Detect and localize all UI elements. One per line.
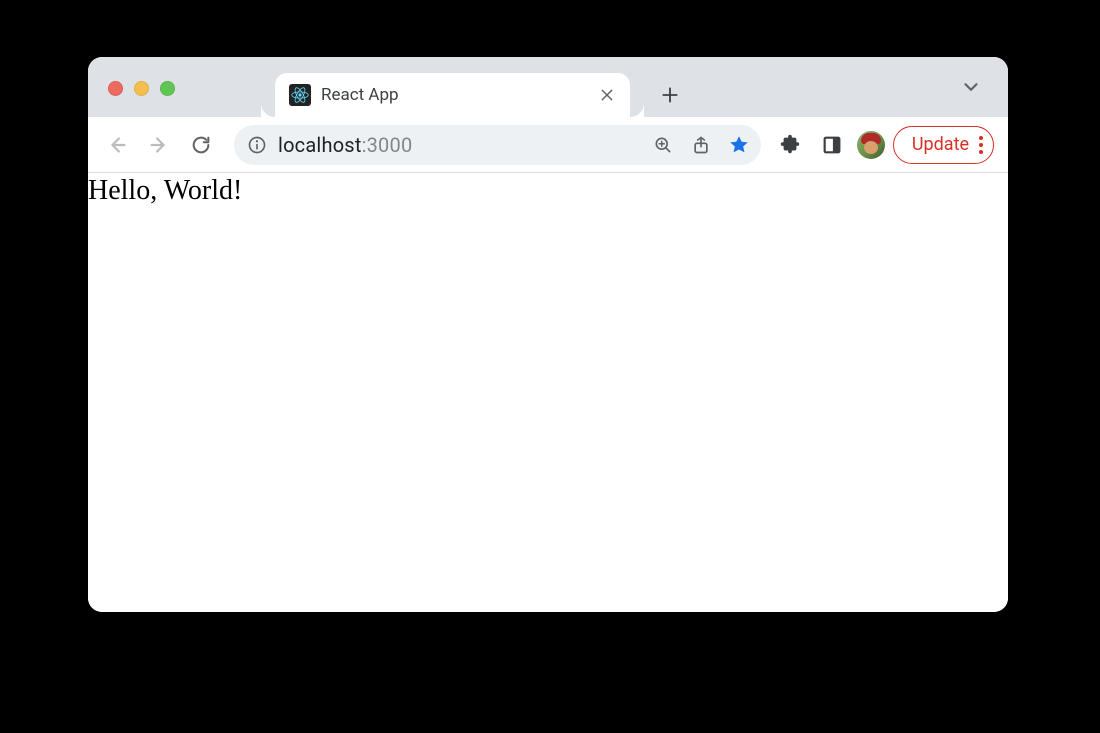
update-label: Update bbox=[912, 134, 969, 155]
window-maximize-button[interactable] bbox=[160, 81, 175, 96]
tab-search-button[interactable] bbox=[952, 68, 990, 106]
url-port: :3000 bbox=[362, 133, 413, 157]
bookmark-star-icon[interactable] bbox=[723, 129, 755, 161]
zoom-icon[interactable] bbox=[647, 129, 679, 161]
window-minimize-button[interactable] bbox=[134, 81, 149, 96]
profile-avatar[interactable] bbox=[857, 131, 885, 159]
menu-dots-icon bbox=[979, 136, 983, 154]
url-host: localhost bbox=[278, 133, 362, 157]
side-panel-icon[interactable] bbox=[813, 126, 851, 164]
browser-toolbar: localhost:3000 bbox=[88, 117, 1008, 173]
update-button[interactable]: Update bbox=[893, 126, 994, 164]
tab-title: React App bbox=[321, 85, 598, 105]
react-logo-icon bbox=[289, 84, 311, 106]
back-button[interactable] bbox=[98, 126, 136, 164]
reload-button[interactable] bbox=[182, 126, 220, 164]
url-text: localhost:3000 bbox=[278, 133, 637, 157]
tab-strip: React App bbox=[88, 57, 1008, 117]
page-body-text: Hello, World! bbox=[88, 173, 1008, 207]
browser-tab[interactable]: React App bbox=[275, 73, 630, 117]
page-viewport[interactable]: Hello, World! bbox=[88, 173, 1008, 612]
browser-window: React App bbox=[88, 57, 1008, 612]
window-controls bbox=[108, 81, 175, 96]
extensions-icon[interactable] bbox=[771, 126, 809, 164]
site-info-icon[interactable] bbox=[246, 134, 268, 156]
forward-button[interactable] bbox=[140, 126, 178, 164]
share-icon[interactable] bbox=[685, 129, 717, 161]
tab-close-button[interactable] bbox=[598, 86, 616, 104]
address-bar[interactable]: localhost:3000 bbox=[234, 125, 761, 165]
new-tab-button[interactable] bbox=[652, 77, 688, 113]
window-close-button[interactable] bbox=[108, 81, 123, 96]
